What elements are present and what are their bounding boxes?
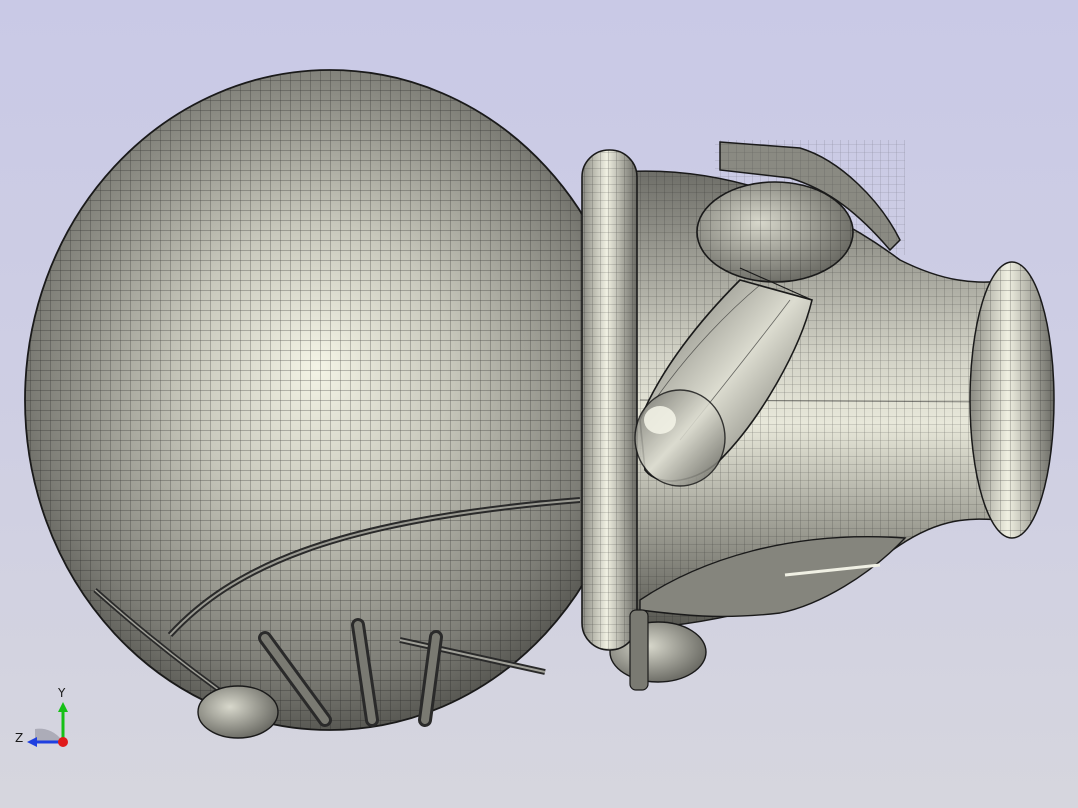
3d-model-viewport[interactable]: Y Z xyxy=(0,0,1078,808)
mesh-model-canvas[interactable] xyxy=(0,0,1078,808)
z-axis-label: Z xyxy=(15,731,24,745)
end-flange xyxy=(969,261,1055,539)
x-axis-dot xyxy=(58,737,68,747)
y-axis-label: Y xyxy=(58,686,66,700)
spherical-body xyxy=(24,69,636,731)
